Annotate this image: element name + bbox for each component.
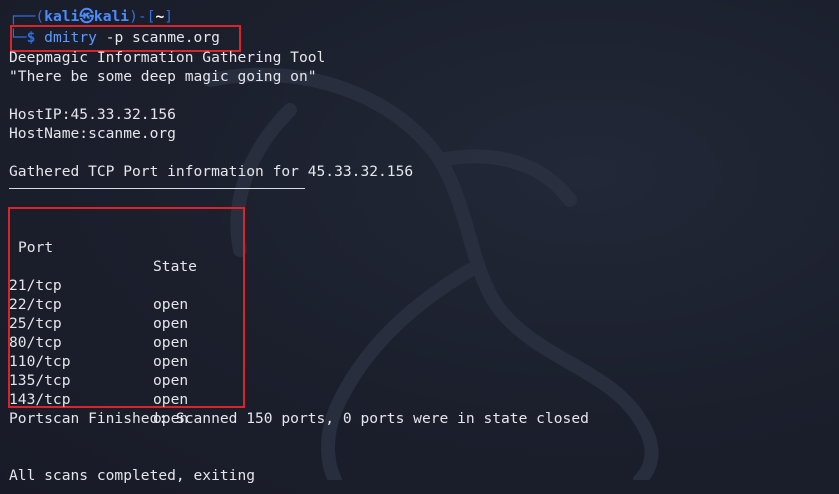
table-row: 25/tcp open <box>0 295 300 351</box>
prompt-host: kali <box>93 8 130 25</box>
host-ip: HostIP:45.33.32.156 <box>9 106 176 123</box>
host-name: HostName:scanme.org <box>9 125 176 142</box>
completion-message: All scans completed, exiting <box>9 467 256 484</box>
banner-quote: "There be some deep magic going on" <box>9 68 317 85</box>
terminal-window[interactable]: ┌──(kali㉿kali)-[~] └─$ dmitry -p scanme.… <box>0 0 839 494</box>
prompt-line-1: ┌──(kali㉿kali)-[~] <box>9 7 173 26</box>
prompt-at-symbol: ㉿ <box>79 8 94 25</box>
section-underline <box>9 188 305 189</box>
prompt-frame-top: ┌──( <box>9 8 45 25</box>
table-row: 21/tcp open <box>0 257 300 313</box>
header-port: Port <box>18 239 54 256</box>
table-row: 22/tcp open <box>0 276 300 332</box>
table-row: 135/tcp open <box>0 352 300 408</box>
prompt-frame-mid: )-[ <box>129 8 156 25</box>
table-row: 80/tcp open <box>0 314 300 370</box>
port-cell: 143/tcp <box>9 391 71 408</box>
prompt-cwd: ~ <box>155 8 165 25</box>
portscan-summary: Portscan Finished: Scanned 150 ports, 0 … <box>9 410 589 427</box>
prompt-frame-end: ] <box>164 8 174 25</box>
table-row: 143/tcp open <box>0 371 300 427</box>
prompt-user: kali <box>44 8 80 25</box>
state-cell: open <box>153 391 189 408</box>
section-heading: Gathered TCP Port information for 45.33.… <box>9 163 414 180</box>
table-row: 110/tcp open <box>0 333 300 389</box>
banner-title: Deepmagic Information Gathering Tool <box>9 49 326 66</box>
ports-table-header: Port State <box>0 219 300 275</box>
